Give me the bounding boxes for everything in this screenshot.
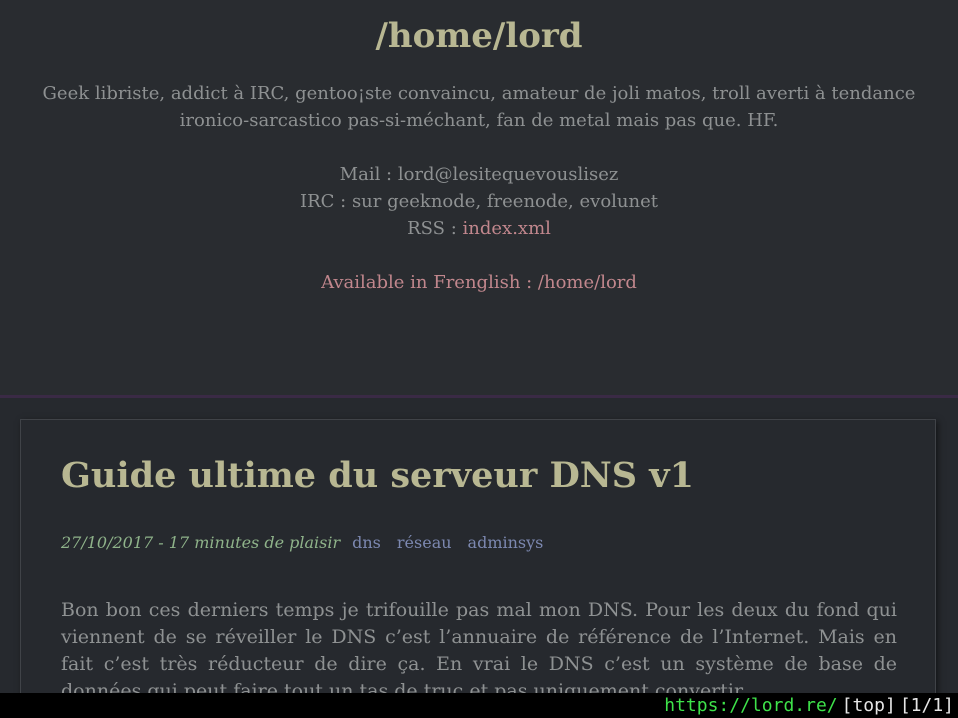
post-date: 27/10/2017 - 17 minutes de plaisir (61, 533, 341, 552)
tag-dns[interactable]: dns (352, 533, 381, 552)
status-anchor: [top] (841, 695, 896, 716)
rss-label: RSS : (407, 218, 463, 239)
rss-link[interactable]: index.xml (463, 218, 551, 239)
tag-reseau[interactable]: réseau (397, 533, 452, 552)
post-body: Bon bon ces derniers temps je trifouille… (61, 599, 897, 702)
status-position: [1/1] (899, 695, 954, 716)
site-tagline: Geek libriste, addict à IRC, gentoo¡ste … (42, 83, 916, 131)
post-title[interactable]: Guide ultime du serveur DNS v1 (61, 454, 694, 498)
language-link[interactable]: Available in Frenglish : /home/lord (321, 272, 637, 293)
tag-adminsys[interactable]: adminsys (468, 533, 544, 552)
site-header: /home/lord Geek libriste, addict à IRC, … (0, 0, 958, 396)
site-title[interactable]: /home/lord (0, 14, 958, 58)
contact-irc: IRC : sur geeknode, freenode, evolunet (300, 191, 658, 212)
contact-rss: RSS : index.xml (0, 215, 958, 242)
contact-mail: Mail : lord@lesitequevouslisez (339, 164, 619, 185)
status-url: https://lord.re/ (664, 695, 838, 716)
language-switch: Available in Frenglish : /home/lord (0, 269, 958, 296)
header-divider (0, 395, 958, 398)
article-card: Guide ultime du serveur DNS v1 27/10/201… (20, 419, 936, 718)
post-meta: 27/10/2017 - 17 minutes de plaisir dns rés… (61, 532, 547, 554)
browser-statusbar: https://lord.re/[top] [1/1] (0, 693, 958, 718)
